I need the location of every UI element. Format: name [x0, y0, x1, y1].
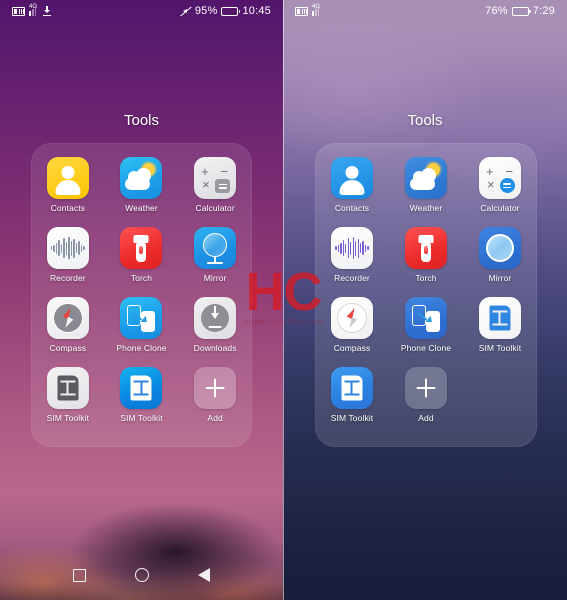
compass-icon: [46, 297, 89, 339]
app-label: Compass: [49, 343, 87, 353]
panel-divider: [283, 0, 284, 600]
dual-phone-comparison: 4G 95% 10:45 Tools Contacts Weather + − …: [0, 0, 567, 600]
app-cell-sim-toolkit-grey[interactable]: SIM Toolkit: [31, 367, 105, 437]
sim-toolkit-blue-icon: [120, 367, 163, 409]
app-label: Add: [418, 413, 434, 423]
folder-title-right: Tools: [407, 112, 443, 129]
recents-button-icon[interactable]: [72, 568, 86, 582]
voicemail-icon: [12, 6, 25, 16]
app-cell-contacts[interactable]: Contacts: [31, 157, 105, 227]
back-button-icon[interactable]: [198, 568, 211, 582]
app-label: Mirror: [488, 273, 512, 283]
calculator-icon: + − ×: [478, 157, 521, 199]
app-cell-torch[interactable]: Torch: [105, 227, 179, 297]
app-label: Contacts: [50, 203, 85, 213]
app-label: Weather: [409, 203, 443, 213]
app-grid-left: Contacts Weather + − × Calculator Record…: [31, 157, 252, 437]
mirror-icon: [194, 227, 237, 269]
clock-label: 10:45: [242, 5, 271, 17]
app-label: Phone Clone: [400, 343, 452, 353]
phone-clone-icon: [404, 297, 447, 339]
recorder-icon: [46, 227, 89, 269]
weather-icon: [120, 157, 163, 199]
folder-panel-left: Contacts Weather + − × Calculator Record…: [31, 143, 252, 447]
download-icon: [43, 6, 52, 16]
battery-icon: [221, 6, 241, 16]
home-button-icon[interactable]: [134, 568, 149, 582]
app-label: Contacts: [334, 203, 370, 213]
phone-clone-icon: [120, 297, 163, 339]
app-cell-mirror[interactable]: Mirror: [463, 227, 537, 297]
app-cell-add[interactable]: Add: [178, 367, 252, 437]
app-cell-recorder[interactable]: Recorder: [315, 227, 389, 297]
battery-icon: [511, 6, 531, 16]
clock-label: 7:29: [532, 5, 555, 17]
sim-toolkit-blue-icon: [330, 367, 373, 409]
app-label: Recorder: [334, 273, 370, 283]
mute-icon: [180, 6, 191, 17]
app-label: Downloads: [193, 343, 237, 353]
status-bar-left: 4G 95% 10:45: [0, 0, 283, 22]
folder-panel-right: Contacts Weather + − × Calculator Record…: [315, 143, 537, 447]
app-cell-recorder[interactable]: Recorder: [31, 227, 105, 297]
app-label: SIM Toolkit: [46, 413, 90, 423]
calculator-icon: + − ×: [194, 157, 237, 199]
battery-percent-label: 95%: [194, 5, 218, 17]
app-cell-contacts[interactable]: Contacts: [315, 157, 389, 227]
app-cell-torch[interactable]: Torch: [389, 227, 463, 297]
torch-icon: [120, 227, 163, 269]
app-label: Phone Clone: [116, 343, 167, 353]
phone-screenshot-left: 4G 95% 10:45 Tools Contacts Weather + − …: [0, 0, 283, 600]
app-label: SIM Toolkit: [120, 413, 163, 423]
app-cell-sim-toolkit-blue[interactable]: SIM Toolkit: [105, 367, 179, 437]
signal-4g-icon: 4G: [29, 4, 39, 16]
app-grid-right: Contacts Weather + − × Calculator Record…: [315, 157, 537, 437]
voicemail-icon: [295, 6, 308, 16]
contacts-icon: [46, 157, 89, 199]
navigation-bar-left: [0, 558, 283, 592]
torch-icon: [404, 227, 447, 269]
downloads-icon: [194, 297, 237, 339]
app-cell-sim-toolkit-blue[interactable]: SIM Toolkit: [315, 367, 389, 437]
mirror-icon: [478, 227, 521, 269]
add-icon: [404, 367, 447, 409]
app-label: Torch: [130, 273, 153, 283]
folder-title-left: Tools: [123, 112, 160, 129]
app-cell-weather[interactable]: Weather: [105, 157, 179, 227]
app-label: Calculator: [480, 203, 520, 213]
app-label: Add: [207, 413, 223, 423]
add-icon: [194, 367, 237, 409]
app-label: Torch: [415, 273, 437, 283]
app-label: Compass: [333, 343, 371, 353]
phone-screenshot-right: 4G 76% 7:29 Tools Contacts Weather + − ×…: [283, 0, 567, 600]
status-bar-right: 4G 76% 7:29: [283, 0, 567, 22]
app-label: Weather: [125, 203, 158, 213]
weather-icon: [404, 157, 447, 199]
app-cell-sim-toolkit-white[interactable]: SIM Toolkit: [463, 297, 537, 367]
app-cell-phone-clone[interactable]: Phone Clone: [389, 297, 463, 367]
app-label: Calculator: [195, 203, 235, 213]
app-cell-mirror[interactable]: Mirror: [178, 227, 252, 297]
app-label: Mirror: [203, 273, 227, 283]
contacts-icon: [330, 157, 373, 199]
app-cell-calculator[interactable]: + − × Calculator: [463, 157, 537, 227]
app-cell-calculator[interactable]: + − × Calculator: [178, 157, 252, 227]
app-cell-downloads[interactable]: Downloads: [178, 297, 252, 367]
app-cell-weather[interactable]: Weather: [389, 157, 463, 227]
app-label: Recorder: [49, 273, 86, 283]
recorder-icon: [330, 227, 373, 269]
app-label: SIM Toolkit: [330, 413, 374, 423]
sim-toolkit-white-icon: [478, 297, 521, 339]
signal-4g-icon: 4G: [312, 4, 322, 16]
sim-toolkit-grey-icon: [46, 367, 89, 409]
app-cell-compass[interactable]: Compass: [31, 297, 105, 367]
app-cell-phone-clone[interactable]: Phone Clone: [105, 297, 179, 367]
app-cell-add[interactable]: Add: [389, 367, 463, 437]
battery-percent-label: 76%: [485, 5, 508, 17]
app-label: SIM Toolkit: [478, 343, 522, 353]
compass-icon: [330, 297, 373, 339]
app-cell-compass[interactable]: Compass: [315, 297, 389, 367]
